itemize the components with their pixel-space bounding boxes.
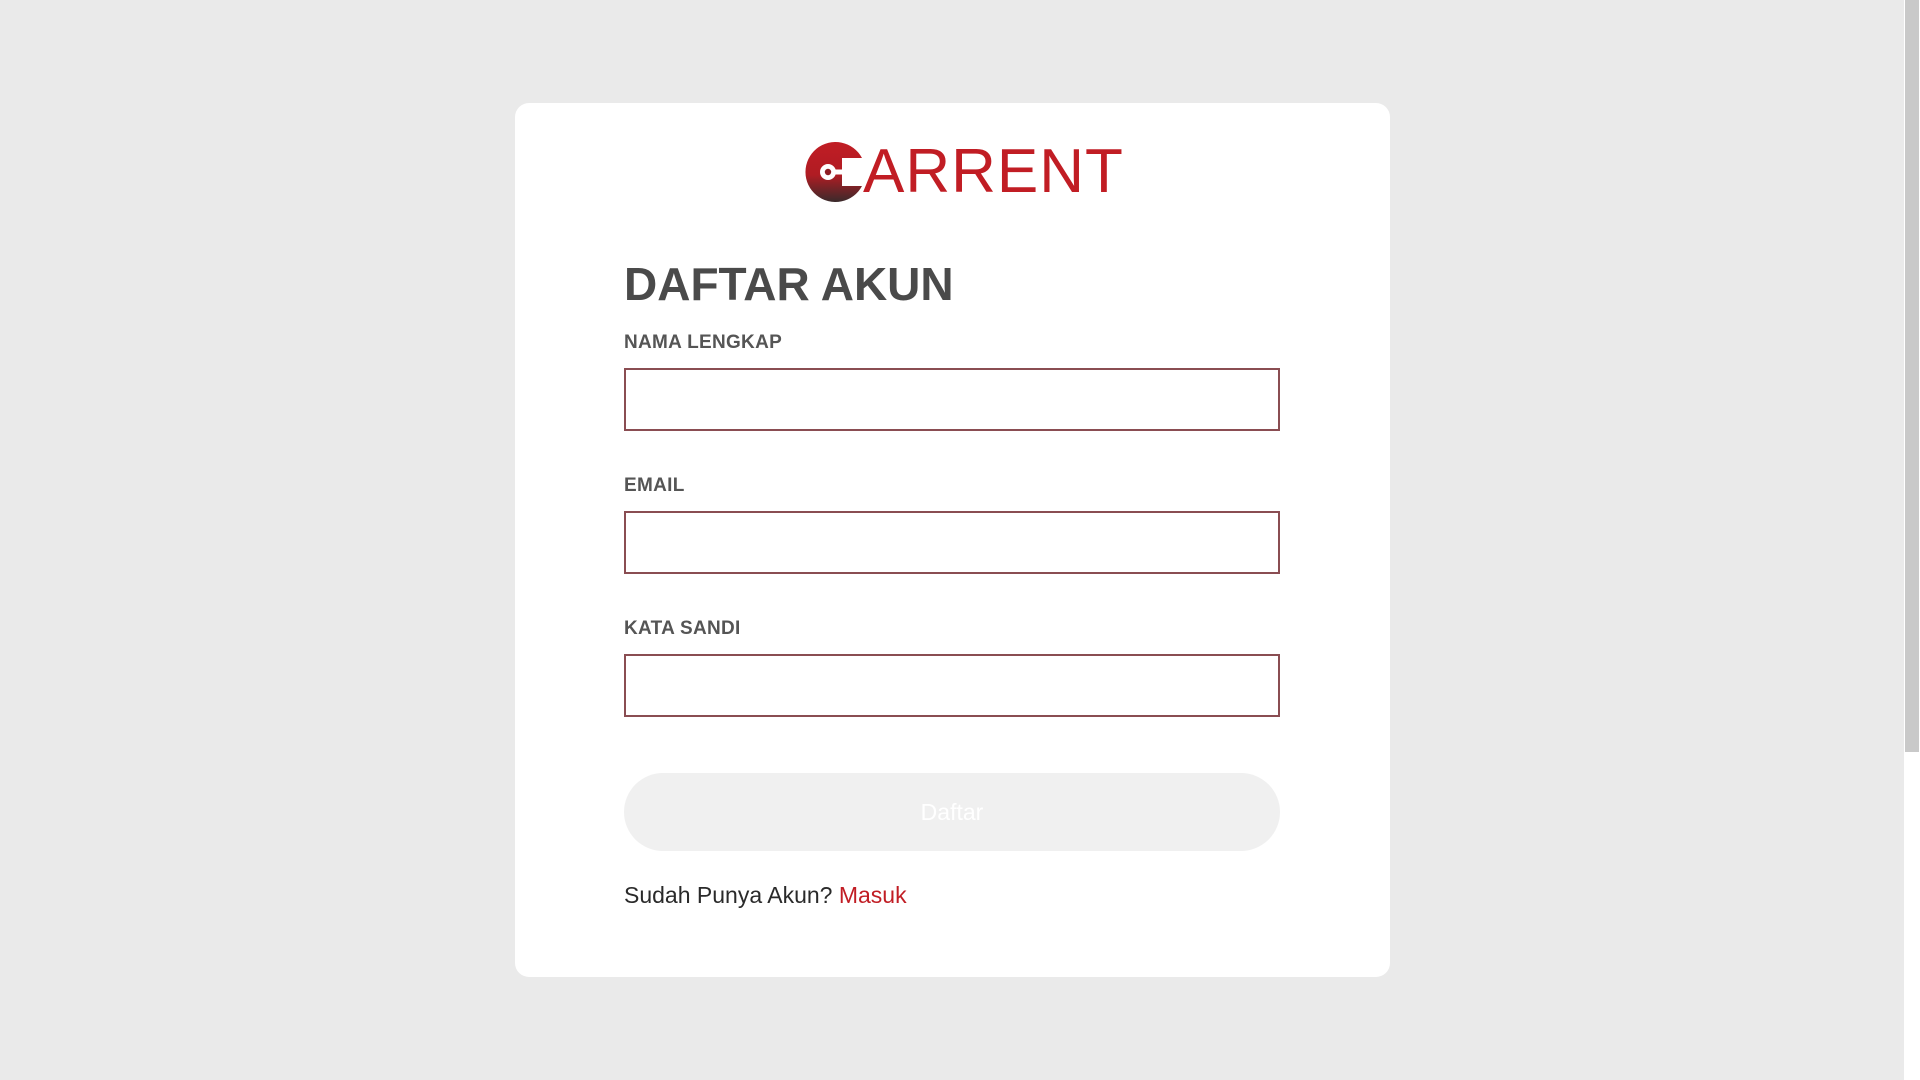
login-link[interactable]: Masuk [839, 882, 907, 908]
email-field: EMAIL [624, 474, 1280, 574]
register-form: DAFTAR AKUN NAMA LENGKAP EMAIL KATA SAND… [624, 253, 1280, 910]
password-field: KATA SANDI [624, 617, 1280, 717]
email-label: EMAIL [624, 475, 685, 496]
password-label: KATA SANDI [624, 618, 741, 639]
full-name-field: NAMA LENGKAP [624, 331, 1280, 431]
page: ARRENT DAFTAR AKUN NAMA LENGKAP EMAIL KA… [0, 0, 1920, 1080]
car-key-icon [805, 142, 862, 202]
register-card: ARRENT DAFTAR AKUN NAMA LENGKAP EMAIL KA… [515, 103, 1390, 977]
password-input[interactable] [624, 654, 1280, 717]
login-prompt: Sudah Punya Akun? Masuk [624, 880, 1280, 910]
email-input[interactable] [624, 511, 1280, 574]
full-name-input[interactable] [624, 368, 1280, 431]
brand-logo[interactable]: ARRENT [802, 139, 1124, 205]
logo-wordmark: ARRENT [863, 137, 1124, 206]
page-title: DAFTAR AKUN [624, 258, 954, 310]
full-name-label: NAMA LENGKAP [624, 332, 783, 353]
register-button[interactable]: Daftar [624, 773, 1280, 851]
scrollbar-thumb[interactable] [1905, 0, 1919, 752]
login-prompt-text: Sudah Punya Akun? [624, 882, 833, 908]
